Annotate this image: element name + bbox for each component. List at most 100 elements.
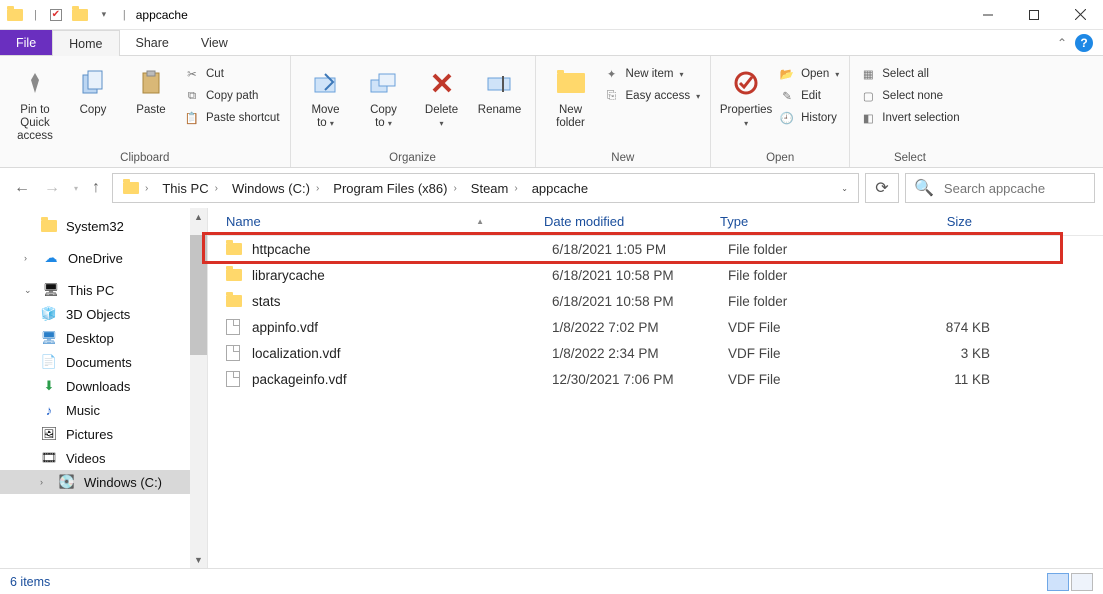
file-date: 1/8/2022 7:02 PM	[552, 320, 728, 335]
move-to-button[interactable]: Move to ▾	[297, 60, 355, 130]
details-view-button[interactable]	[1047, 573, 1069, 591]
pictures-icon: 🖼	[40, 426, 58, 442]
rename-button[interactable]: Rename	[471, 60, 529, 117]
file-type: VDF File	[728, 320, 880, 335]
tree-downloads[interactable]: ⬇Downloads	[0, 374, 207, 398]
search-input[interactable]	[942, 180, 1103, 197]
select-all-button[interactable]: ▦Select all	[860, 66, 959, 82]
select-none-button[interactable]: ▢Select none	[860, 88, 959, 104]
qa-folder-icon[interactable]	[71, 6, 89, 24]
tree-onedrive[interactable]: ›☁OneDrive	[0, 246, 207, 270]
ribbon: Pin to Quick access Copy Paste ✂Cut ⧉Cop…	[0, 56, 1103, 168]
tree-pictures[interactable]: 🖼Pictures	[0, 422, 207, 446]
file-size: 874 KB	[880, 320, 990, 335]
folder-icon	[226, 243, 242, 255]
titlebar: | ✔ ▾ | appcache	[0, 0, 1103, 30]
tree-system32[interactable]: System32	[0, 214, 207, 238]
tree-videos[interactable]: 🎞Videos	[0, 446, 207, 470]
copy-icon	[76, 66, 110, 100]
tree-3d-objects[interactable]: 🧊3D Objects	[0, 302, 207, 326]
tree-documents[interactable]: 📄Documents	[0, 350, 207, 374]
crumb-this-pc[interactable]: This PC›	[156, 181, 226, 196]
scroll-up-icon[interactable]: ▲	[190, 208, 207, 225]
scroll-thumb[interactable]	[190, 235, 207, 355]
group-open: Properties▾ 📂Open ▾ ✎Edit 🕘History Open	[711, 56, 850, 167]
nav-forward-button[interactable]: →	[44, 179, 60, 197]
qa-dropdown-icon[interactable]: ▾	[95, 6, 113, 24]
open-button[interactable]: 📂Open ▾	[779, 66, 839, 82]
file-row[interactable]: packageinfo.vdf12/30/2021 7:06 PMVDF Fil…	[208, 366, 1103, 392]
tree-desktop[interactable]: 🖥Desktop	[0, 326, 207, 350]
pin-quick-access-button[interactable]: Pin to Quick access	[6, 60, 64, 144]
copy-path-button[interactable]: ⧉Copy path	[184, 88, 280, 104]
app-folder-icon	[6, 6, 24, 24]
folder-icon	[226, 295, 242, 307]
edit-button[interactable]: ✎Edit	[779, 88, 839, 104]
col-date[interactable]: Date modified	[534, 214, 710, 229]
new-folder-button[interactable]: New folder	[542, 60, 600, 130]
close-button[interactable]	[1057, 0, 1103, 30]
window-title: appcache	[136, 8, 188, 22]
chevron-right-icon[interactable]: ›	[143, 183, 150, 194]
tree-scrollbar[interactable]: ▲ ▼	[190, 208, 207, 568]
file-date: 6/18/2021 1:05 PM	[552, 242, 728, 257]
search-box[interactable]: 🔍	[905, 173, 1095, 203]
paste-shortcut-button[interactable]: 📋Paste shortcut	[184, 110, 280, 126]
share-tab[interactable]: Share	[120, 30, 185, 55]
nav-up-button[interactable]: ↑	[92, 179, 100, 197]
file-name: librarycache	[252, 268, 552, 283]
home-tab[interactable]: Home	[52, 30, 119, 56]
help-icon[interactable]: ?	[1075, 34, 1093, 52]
invert-selection-button[interactable]: ◧Invert selection	[860, 110, 959, 126]
sort-asc-icon: ▲	[476, 217, 524, 226]
collapse-ribbon-icon[interactable]: ⌃	[1057, 36, 1067, 50]
file-list: Name▲ Date modified Type Size httpcache6…	[208, 208, 1103, 568]
file-size: 11 KB	[880, 372, 990, 387]
qa-save-icon[interactable]: ✔	[47, 6, 65, 24]
properties-button[interactable]: Properties▾	[717, 60, 775, 130]
file-name: appinfo.vdf	[252, 320, 552, 335]
music-icon: ♪	[40, 402, 58, 418]
copy-to-button[interactable]: Copy to ▾	[355, 60, 413, 130]
refresh-button[interactable]: ⟳	[865, 173, 899, 203]
tree-music[interactable]: ♪Music	[0, 398, 207, 422]
tree-this-pc[interactable]: ⌄🖥This PC	[0, 278, 207, 302]
file-name: stats	[252, 294, 552, 309]
file-row[interactable]: librarycache6/18/2021 10:58 PMFile folde…	[208, 262, 1103, 288]
crumb-program-files[interactable]: Program Files (x86)›	[327, 181, 464, 196]
new-item-button[interactable]: ✦New item ▾	[604, 66, 701, 82]
file-row[interactable]: appinfo.vdf1/8/2022 7:02 PMVDF File874 K…	[208, 314, 1103, 340]
nav-back-button[interactable]: ←	[14, 179, 30, 197]
minimize-button[interactable]	[965, 0, 1011, 30]
cut-button[interactable]: ✂Cut	[184, 66, 280, 82]
delete-button[interactable]: Delete▾	[413, 60, 471, 130]
paste-button[interactable]: Paste	[122, 60, 180, 117]
col-size[interactable]: Size	[862, 214, 982, 229]
crumb-windows-c[interactable]: Windows (C:)›	[226, 181, 327, 196]
col-type[interactable]: Type	[710, 214, 862, 229]
nav-recent-dropdown[interactable]: ▾	[74, 184, 78, 193]
history-icon: 🕘	[779, 110, 795, 126]
address-bar[interactable]: › This PC› Windows (C:)› Program Files (…	[112, 173, 859, 203]
paste-icon	[134, 66, 168, 100]
view-tab[interactable]: View	[185, 30, 244, 55]
scroll-down-icon[interactable]: ▼	[190, 551, 207, 568]
file-type: VDF File	[728, 372, 880, 387]
copy-button[interactable]: Copy	[64, 60, 122, 117]
maximize-button[interactable]	[1011, 0, 1057, 30]
file-row[interactable]: httpcache6/18/2021 1:05 PMFile folder	[208, 236, 1103, 262]
history-button[interactable]: 🕘History	[779, 110, 839, 126]
address-dropdown[interactable]: ⌄	[841, 184, 848, 193]
crumb-appcache[interactable]: appcache	[526, 181, 594, 196]
3d-icon: 🧊	[40, 306, 58, 322]
thumbnails-view-button[interactable]	[1071, 573, 1093, 591]
crumb-steam[interactable]: Steam›	[465, 181, 526, 196]
easy-access-button[interactable]: ⎘Easy access ▾	[604, 88, 701, 104]
file-row[interactable]: localization.vdf1/8/2022 2:34 PMVDF File…	[208, 340, 1103, 366]
col-name[interactable]: Name▲	[208, 214, 534, 229]
tree-windows-c[interactable]: ›💽Windows (C:)	[0, 470, 207, 494]
file-icon	[226, 371, 240, 387]
file-tab[interactable]: File	[0, 30, 52, 55]
file-row[interactable]: stats6/18/2021 10:58 PMFile folder	[208, 288, 1103, 314]
paste-shortcut-icon: 📋	[184, 110, 200, 126]
